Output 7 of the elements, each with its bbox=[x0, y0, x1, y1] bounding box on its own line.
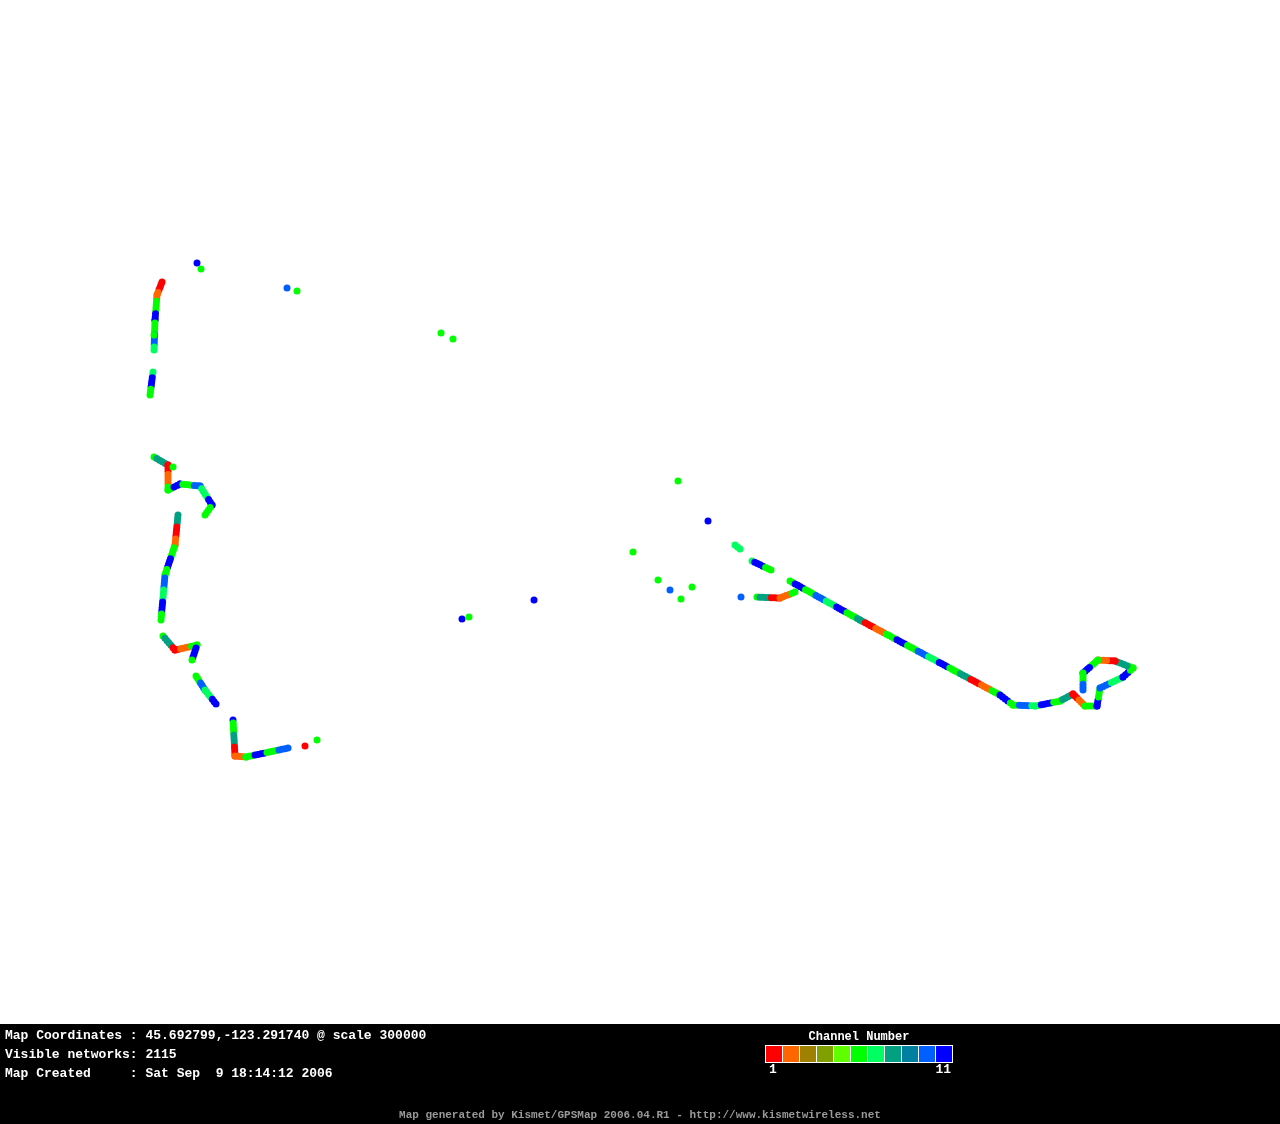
scale-max-label: 11 bbox=[935, 1063, 951, 1077]
info-line: Visible networks: 2115 bbox=[5, 1046, 178, 1064]
legend-title: Channel Number bbox=[807, 1029, 911, 1045]
scale-min-label: 1 bbox=[769, 1063, 777, 1077]
credit-text: Map generated by Kismet/GPSMap 2006.04.R1 - http://www.kismetwireless.net bbox=[398, 1109, 882, 1123]
info-line: Map Created : Sat Sep 9 18:14:12 2006 bbox=[5, 1065, 334, 1083]
info-line: Map Coordinates : 45.692799,-123.291740 @ scale 300000 bbox=[5, 1027, 428, 1045]
